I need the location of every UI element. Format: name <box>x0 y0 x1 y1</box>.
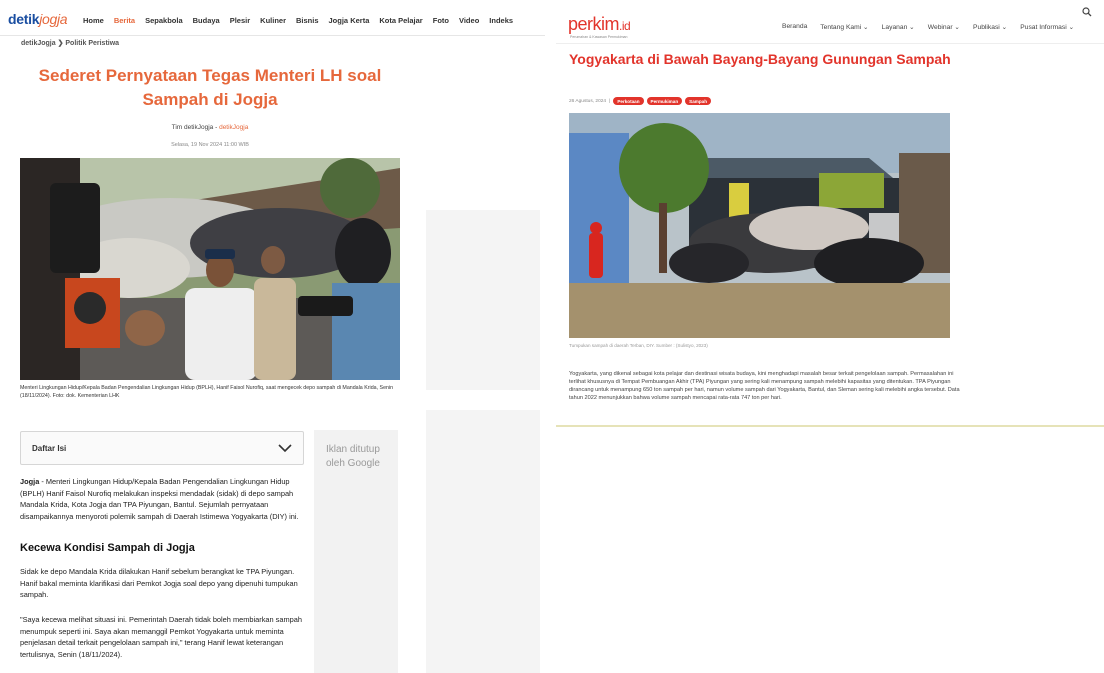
article-date: 26 Agustus, 2024 <box>569 98 607 104</box>
perkim-article-page: perkim.id Perumahan & Kawasan Permukiman… <box>556 0 1104 427</box>
article-photo <box>20 158 400 380</box>
garbage-pile-photo <box>569 113 950 338</box>
nav-item-foto[interactable]: Foto <box>433 16 449 25</box>
article-title: Sederet Pernyataan Tegas Menteri LH soal… <box>38 66 382 109</box>
article-author: Tim detikJogja - detikJogja <box>171 124 249 131</box>
article-title: Yogyakarta di Bawah Bayang-Bayang Gunung… <box>569 51 951 67</box>
minister-inspection-photo <box>20 158 400 380</box>
perkim-tagline: Perumahan & Kawasan Permukiman <box>570 35 628 39</box>
author-source-link[interactable]: detikJogja <box>219 124 248 131</box>
tag-perkotaan[interactable]: Perkotaan <box>613 97 644 105</box>
table-of-contents-dropdown[interactable]: Daftar Isi <box>20 431 304 465</box>
search-icon[interactable] <box>1082 7 1092 17</box>
detik-navbar: detikjogja Home Berita Sepakbola Budaya … <box>0 0 545 36</box>
side-placeholder-top <box>426 210 540 390</box>
nav-item-pusat-informasi[interactable]: Pusat Informasi ⌄ <box>1020 23 1074 31</box>
toc-label: Daftar Isi <box>32 444 67 453</box>
article-meta: 26 Agustus, 2024 | Perkotaan Permukiman … <box>569 97 711 105</box>
nav-item-layanan[interactable]: Layanan ⌄ <box>882 23 915 31</box>
photo-caption: Menteri Lingkungan Hidup/Kepala Badan Pe… <box>20 385 394 399</box>
nav-item-home[interactable]: Home <box>83 16 104 25</box>
tag-permukiman[interactable]: Permukiman <box>646 97 683 105</box>
photo-caption: Tumpukan sampah di daerah Terban, DIY. S… <box>569 343 708 348</box>
nav-item-jogja-kerta[interactable]: Jogja Kerta <box>329 16 370 25</box>
nav-item-budaya[interactable]: Budaya <box>193 16 220 25</box>
detik-logo[interactable]: detikjogja <box>8 11 68 27</box>
nav-item-berita[interactable]: Berita <box>114 16 135 25</box>
nav-item-kota-pelajar[interactable]: Kota Pelajar <box>379 16 422 25</box>
article-date: Selasa, 19 Nov 2024 11:00 WIB <box>171 142 249 148</box>
article-paragraph-1: Jogja - Menteri Lingkungan Hidup/Kepala … <box>20 477 299 521</box>
nav-item-kuliner[interactable]: Kuliner <box>260 16 286 25</box>
nav-item-beranda[interactable]: Beranda <box>782 23 807 31</box>
detik-nav-menu: Home Berita Sepakbola Budaya Plesir Kuli… <box>83 16 513 25</box>
article-paragraph-3: "Saya kecewa melihat situasi ini. Pemeri… <box>20 615 302 659</box>
perkim-logo[interactable]: perkim.id <box>568 14 631 35</box>
nav-item-indeks[interactable]: Indeks <box>489 16 513 25</box>
perkim-navbar: perkim.id Perumahan & Kawasan Permukiman… <box>556 0 1104 44</box>
article-photo <box>569 113 950 338</box>
detikjogja-article-page: detikjogja Home Berita Sepakbola Budaya … <box>0 0 545 673</box>
section-heading: Kecewa Kondisi Sampah di Jogja <box>20 542 195 554</box>
chevron-down-icon <box>278 444 292 453</box>
nav-item-plesir[interactable]: Plesir <box>230 16 250 25</box>
nav-item-tentang-kami[interactable]: Tentang Kami ⌄ <box>820 23 868 31</box>
ad-closed-box: Iklan ditutup oleh Google <box>314 430 398 673</box>
tag-sampah[interactable]: Sampah <box>685 97 711 105</box>
perkim-nav-menu: Beranda Tentang Kami ⌄ Layanan ⌄ Webinar… <box>782 23 1074 31</box>
ad-closed-text: Iklan ditutup oleh Google <box>326 444 380 469</box>
side-placeholder-bottom <box>426 410 540 673</box>
article-paragraph-2: Sidak ke depo Mandala Krida dilakukan Ha… <box>20 567 298 600</box>
breadcrumb[interactable]: detikJogja ❯ Politik Peristiwa <box>21 39 119 47</box>
article-body: Yogyakarta, yang dikenal sebagai kota pe… <box>569 371 960 402</box>
nav-item-sepakbola[interactable]: Sepakbola <box>145 16 183 25</box>
nav-item-publikasi[interactable]: Publikasi ⌄ <box>973 23 1007 31</box>
nav-item-video[interactable]: Video <box>459 16 479 25</box>
nav-item-bisnis[interactable]: Bisnis <box>296 16 319 25</box>
nav-item-webinar[interactable]: Webinar ⌄ <box>928 23 960 31</box>
